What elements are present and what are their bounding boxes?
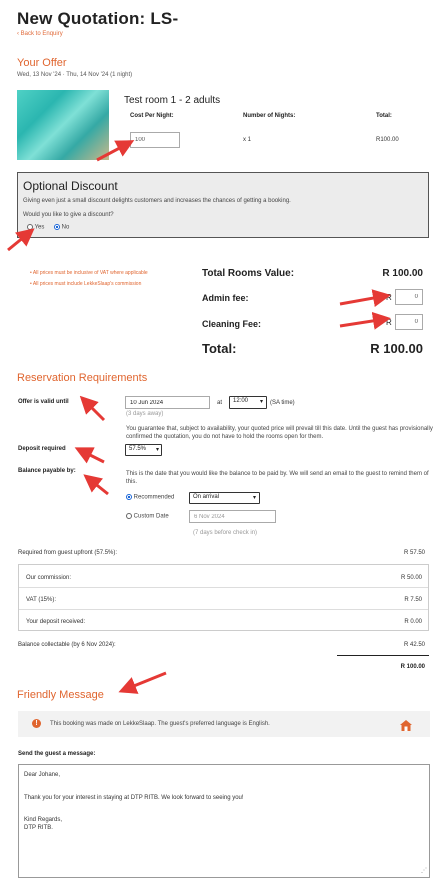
arrow-to-discount [7,228,35,252]
arrow-to-cleaning [339,311,391,330]
arrow-to-cost [96,140,135,162]
arrow-to-balance [83,474,109,496]
annotation-arrows [7,140,391,694]
arrow-to-valid [79,395,106,422]
arrow-to-admin [339,289,391,307]
arrow-to-message [118,671,167,694]
arrow-to-deposit [74,447,105,464]
